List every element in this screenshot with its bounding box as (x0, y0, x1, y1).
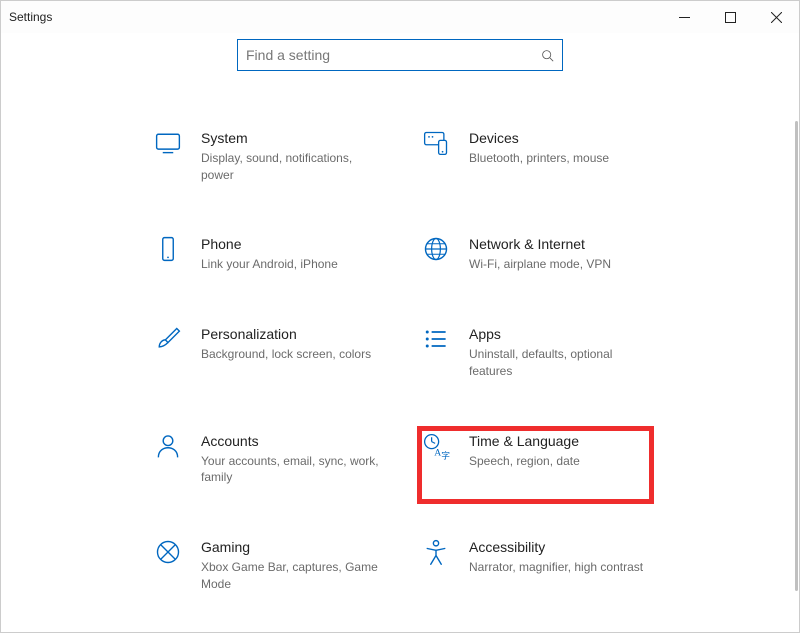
category-title: Accessibility (469, 538, 643, 557)
titlebar: Settings (1, 1, 799, 33)
devices-icon (421, 129, 451, 159)
paintbrush-icon (153, 325, 183, 355)
display-icon (153, 129, 183, 159)
apps-list-icon (421, 325, 451, 355)
search-input[interactable] (246, 47, 541, 63)
category-desc: Bluetooth, printers, mouse (469, 150, 609, 167)
settings-window: Settings (0, 0, 800, 633)
category-text: Apps Uninstall, defaults, optional featu… (469, 325, 649, 379)
category-title: Phone (201, 235, 338, 254)
phone-icon (153, 235, 183, 265)
category-devices[interactable]: Devices Bluetooth, printers, mouse (421, 129, 689, 183)
category-accessibility[interactable]: Accessibility Narrator, magnifier, high … (421, 538, 689, 592)
category-accounts[interactable]: Accounts Your accounts, email, sync, wor… (153, 432, 421, 486)
settings-grid: System Display, sound, notifications, po… (153, 129, 799, 593)
category-desc: Background, lock screen, colors (201, 346, 371, 363)
category-text: Phone Link your Android, iPhone (201, 235, 338, 273)
window-controls (661, 1, 799, 33)
maximize-button[interactable] (707, 1, 753, 33)
category-title: Devices (469, 129, 609, 148)
category-network[interactable]: Network & Internet Wi-Fi, airplane mode,… (421, 235, 689, 273)
search-row (1, 33, 799, 71)
category-phone[interactable]: Phone Link your Android, iPhone (153, 235, 421, 273)
category-desc: Wi-Fi, airplane mode, VPN (469, 256, 611, 273)
category-text: Accounts Your accounts, email, sync, wor… (201, 432, 381, 486)
close-button[interactable] (753, 1, 799, 33)
category-apps[interactable]: Apps Uninstall, defaults, optional featu… (421, 325, 689, 379)
time-language-icon: A 字 (421, 432, 451, 462)
category-title: System (201, 129, 381, 148)
globe-icon (421, 235, 451, 265)
category-gaming[interactable]: Gaming Xbox Game Bar, captures, Game Mod… (153, 538, 421, 592)
category-text: Devices Bluetooth, printers, mouse (469, 129, 609, 167)
category-desc: Xbox Game Bar, captures, Game Mode (201, 559, 381, 593)
vertical-scrollbar[interactable] (795, 121, 798, 591)
accessibility-icon (421, 538, 451, 568)
category-text: System Display, sound, notifications, po… (201, 129, 381, 183)
search-box[interactable] (237, 39, 563, 71)
category-title: Apps (469, 325, 649, 344)
category-desc: Display, sound, notifications, power (201, 150, 381, 184)
xbox-icon (153, 538, 183, 568)
category-personalization[interactable]: Personalization Background, lock screen,… (153, 325, 421, 379)
category-desc: Speech, region, date (469, 453, 580, 470)
category-title: Personalization (201, 325, 371, 344)
category-text: Gaming Xbox Game Bar, captures, Game Mod… (201, 538, 381, 592)
category-title: Time & Language (469, 432, 580, 451)
category-text: Accessibility Narrator, magnifier, high … (469, 538, 643, 576)
window-title: Settings (9, 10, 52, 24)
svg-text:A: A (434, 447, 441, 458)
category-time-language[interactable]: A 字 Time & Language Speech, region, date (421, 432, 689, 486)
category-title: Gaming (201, 538, 381, 557)
category-system[interactable]: System Display, sound, notifications, po… (153, 129, 421, 183)
category-title: Network & Internet (469, 235, 611, 254)
content-area: System Display, sound, notifications, po… (1, 71, 799, 632)
svg-text:字: 字 (441, 449, 450, 460)
category-desc: Narrator, magnifier, high contrast (469, 559, 643, 576)
minimize-button[interactable] (661, 1, 707, 33)
person-icon (153, 432, 183, 462)
search-icon (541, 49, 554, 62)
category-title: Accounts (201, 432, 381, 451)
category-desc: Uninstall, defaults, optional features (469, 346, 649, 380)
category-text: Network & Internet Wi-Fi, airplane mode,… (469, 235, 611, 273)
category-text: Personalization Background, lock screen,… (201, 325, 371, 363)
category-desc: Link your Android, iPhone (201, 256, 338, 273)
category-desc: Your accounts, email, sync, work, family (201, 453, 381, 487)
category-text: Time & Language Speech, region, date (469, 432, 580, 470)
